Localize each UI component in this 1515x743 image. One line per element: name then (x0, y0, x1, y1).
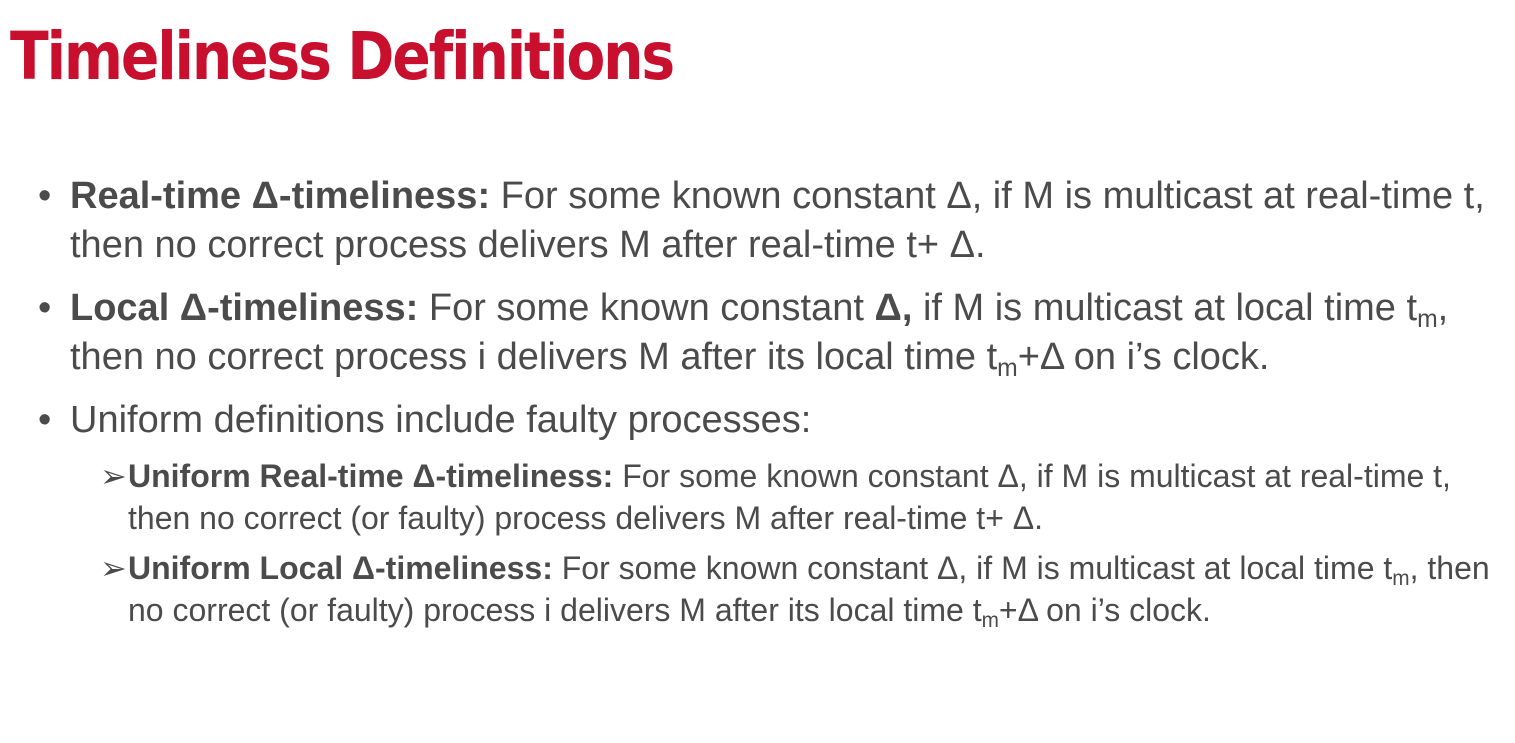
sub-bullet-term: Uniform Real-time Δ-timeliness: (128, 458, 614, 494)
bullet-text: if M is multicast at local time t (912, 287, 1418, 329)
bullet-text: Uniform definitions include faulty proce… (70, 399, 812, 441)
subscript-m: m (1417, 305, 1438, 333)
subscript-m: m (997, 354, 1018, 382)
slide: Timeliness Definitions Real-time Δ-timel… (0, 0, 1515, 743)
sub-bullet-uniform-local: ➢ Uniform Local Δ-timeliness: For some kn… (100, 547, 1508, 631)
bullet-uniform-definitions: Uniform definitions include faulty proce… (38, 396, 1508, 445)
subscript-m: m (1392, 566, 1410, 590)
bullet-term: Local Δ-timeliness: (70, 287, 419, 329)
bullet-text: +Δ on i’s clock. (1017, 336, 1270, 378)
slide-title: Timeliness Definitions (10, 18, 675, 95)
sub-bullet-text: +Δ on i’s clock. (998, 592, 1211, 628)
sub-bullet-uniform-real-time: ➢ Uniform Real-time Δ-timeliness: For som… (100, 455, 1508, 539)
arrow-bullet-icon: ➢ (100, 550, 127, 586)
sub-bullet-term: Uniform Local Δ-timeliness: (128, 550, 553, 586)
sub-bullet-text: For some known constant Δ, if M is multi… (552, 550, 1393, 586)
arrow-bullet-icon: ➢ (100, 458, 127, 494)
bullet-real-time-timeliness: Real-time Δ-timeliness: For some known c… (38, 172, 1508, 270)
bullet-text: For some known constant (418, 287, 875, 329)
bullet-list: Real-time Δ-timeliness: For some known c… (38, 172, 1508, 639)
bullet-local-timeliness: Local Δ-timeliness: For some known const… (38, 284, 1508, 382)
sub-bullet-list: ➢ Uniform Real-time Δ-timeliness: For som… (100, 455, 1508, 631)
subscript-m: m (981, 608, 999, 632)
bullet-term: Real-time Δ-timeliness: (70, 175, 491, 217)
delta-symbol: Δ, (874, 287, 913, 329)
